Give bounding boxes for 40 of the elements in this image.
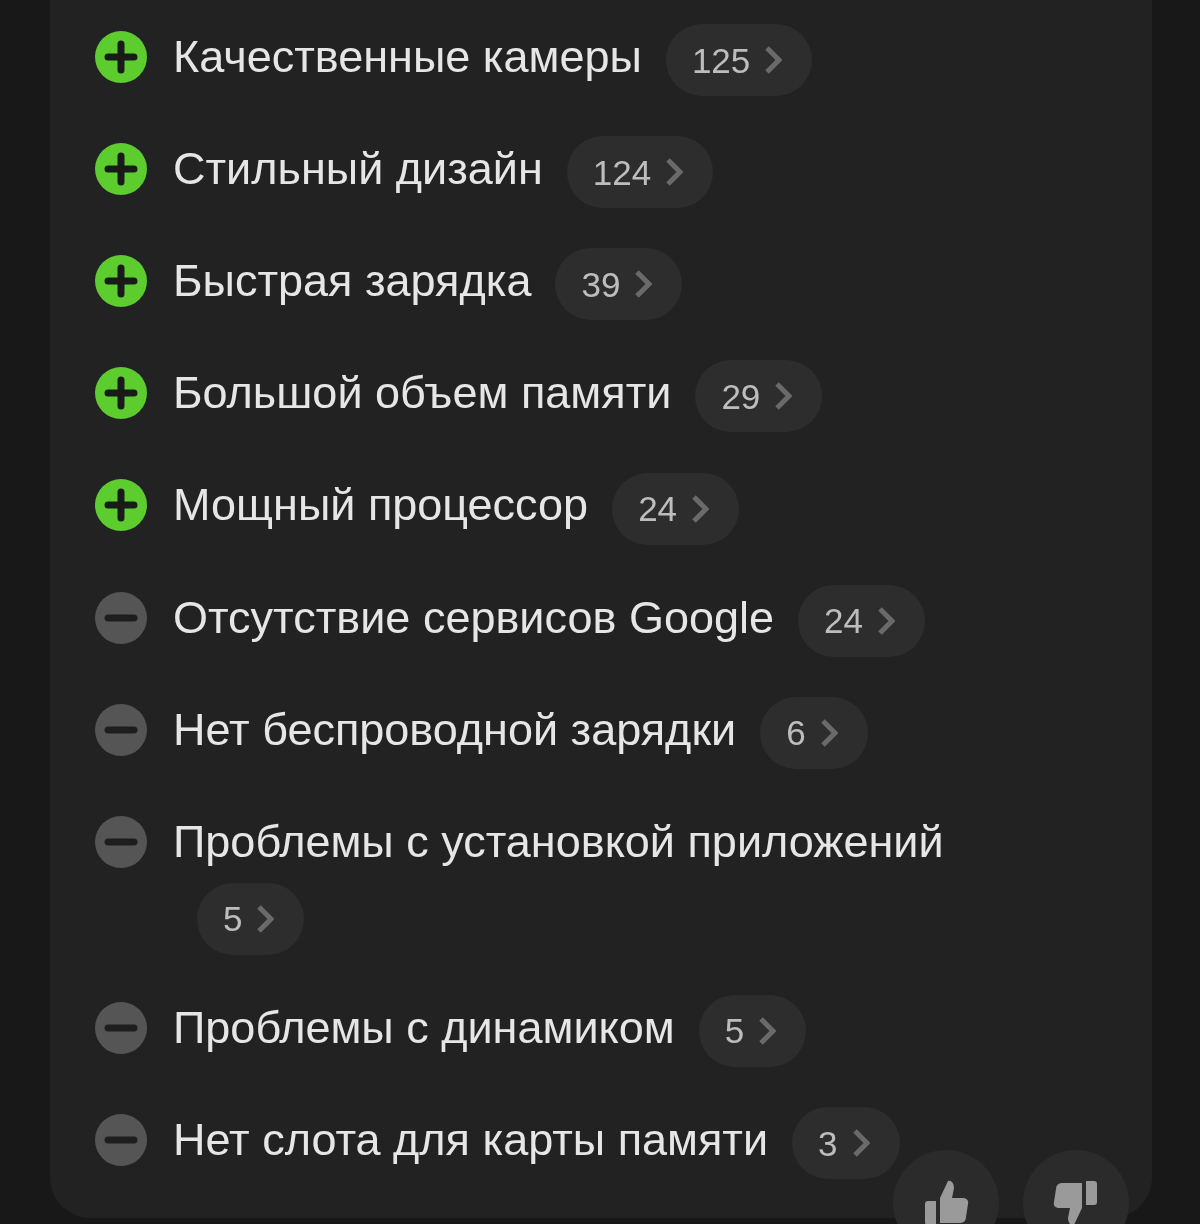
plus-icon bbox=[95, 31, 147, 83]
chevron-icon bbox=[851, 1128, 870, 1159]
chevron-icon bbox=[634, 269, 653, 300]
chevron-icon bbox=[691, 493, 710, 524]
count-chip[interactable]: 29 bbox=[695, 360, 823, 433]
aspect-label: Большой объем памяти bbox=[173, 367, 672, 419]
aspect-label: Отсутствие сервисов Google bbox=[173, 591, 775, 643]
plus-icon bbox=[95, 255, 147, 308]
count-chip[interactable]: 5 bbox=[698, 995, 807, 1067]
count-chip[interactable]: 3 bbox=[792, 1107, 900, 1180]
aspect-label: Нет слота для карты памяти bbox=[173, 1114, 769, 1165]
count-chip[interactable]: 24 bbox=[612, 472, 740, 545]
aspect-label: Нет беспроводной зарядки bbox=[173, 703, 737, 755]
aspect-label: Проблемы с динамиком bbox=[173, 1001, 675, 1053]
count-chip[interactable]: 125 bbox=[665, 24, 813, 97]
count-chip[interactable]: 6 bbox=[760, 696, 868, 769]
count-chip[interactable]: 124 bbox=[566, 136, 714, 209]
chevron-icon bbox=[774, 381, 793, 412]
plus-icon bbox=[95, 479, 147, 532]
aspect-label: Проблемы с установкой приложений bbox=[173, 815, 944, 867]
minus-icon bbox=[95, 591, 147, 644]
plus-icon bbox=[95, 143, 147, 196]
minus-icon bbox=[95, 1001, 147, 1054]
count-chip[interactable]: 39 bbox=[555, 248, 683, 321]
chevron-icon bbox=[758, 1016, 777, 1046]
aspect-label: Мощный процессор bbox=[173, 479, 589, 531]
minus-icon bbox=[95, 703, 147, 756]
chevron-icon bbox=[819, 717, 838, 748]
chevron-icon bbox=[764, 45, 783, 76]
count-chip[interactable]: 24 bbox=[798, 584, 925, 657]
chevron-icon bbox=[665, 157, 684, 188]
minus-icon bbox=[95, 1114, 147, 1166]
aspect-label: Стильный дизайн bbox=[173, 143, 543, 195]
chevron-icon bbox=[877, 605, 895, 636]
minus-icon bbox=[95, 815, 147, 868]
aspect-label: Быстрая зарядка bbox=[173, 255, 532, 307]
aspect-label: Качественные камеры bbox=[173, 31, 642, 82]
chevron-icon bbox=[256, 903, 275, 934]
plus-icon bbox=[95, 367, 147, 420]
count-chip[interactable]: 5 bbox=[197, 882, 305, 955]
